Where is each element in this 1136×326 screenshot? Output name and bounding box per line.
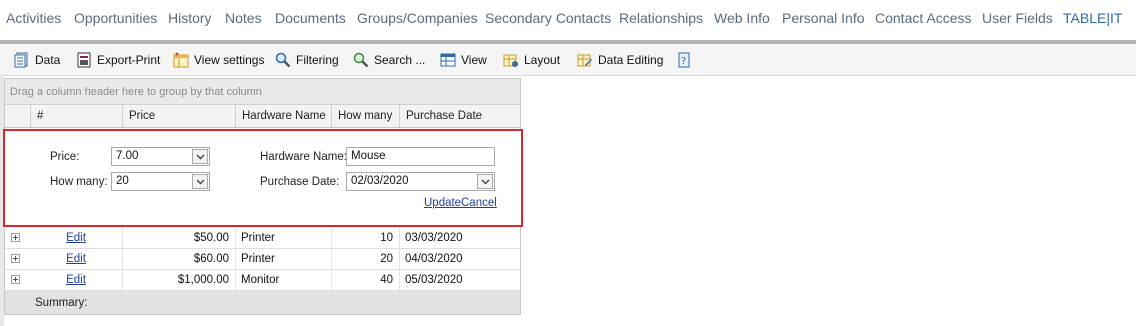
export-print-label: Export-Print [97,53,161,67]
nav-tab-table-it[interactable]: TABLE|IT [1063,10,1122,26]
nav-tab-web-info[interactable]: Web Info [714,10,770,26]
search-label: Search ... [374,53,426,67]
hardware-name-value: Mouse [351,150,386,162]
view-label: View [461,53,487,67]
hardware-name-label: Hardware Name: [260,151,347,163]
group-by-panel[interactable]: Drag a column header here to group by th… [5,79,520,105]
how-many-value: 20 [116,175,129,187]
layout-button[interactable]: Layout [503,51,560,69]
hardware-name-cell: Monitor [235,270,331,290]
header-how-many[interactable]: How many [331,105,399,127]
nav-tab-opportunities[interactable]: Opportunities [74,10,157,26]
nav-tab-personal-info[interactable]: Personal Info [782,10,865,26]
purchase-date-picker[interactable]: 02/03/2020 [346,172,495,191]
nav-tab-activities[interactable]: Activities [6,10,61,26]
filter-magnifier-icon [275,52,291,68]
header-hardware-name[interactable]: Hardware Name [235,105,331,127]
chevron-down-icon [481,179,489,184]
price-cell: $1,000.00 [122,270,235,290]
purchase-date-label: Purchase Date: [260,176,340,188]
filtering-button[interactable]: Filtering [275,51,339,69]
grid-header-row: # Price Hardware Name How many Purchase … [5,105,520,128]
edit-row-link[interactable]: Edit [30,270,122,290]
expand-row-icon[interactable] [11,275,20,284]
price-dropdown-button[interactable] [192,149,208,164]
nav-tab-history[interactable]: History [168,10,212,26]
nav-tab-user-fields[interactable]: User Fields [982,10,1053,26]
header-expand-column [5,105,30,127]
price-label: Price: [50,151,80,163]
search-icon [353,52,369,68]
purchase-date-cell: 04/03/2020 [399,249,520,269]
layout-icon [503,52,519,68]
data-editing-button[interactable]: Data Editing [577,51,663,69]
printer-document-icon [76,52,92,68]
how-many-cell: 10 [331,228,399,248]
purchase-date-dropdown-button[interactable] [477,174,493,189]
hardware-name-input[interactable]: Mouse [346,147,495,166]
search-button[interactable]: Search ... [353,51,425,69]
nav-tab-contact-access[interactable]: Contact Access [875,10,972,26]
view-settings-label: View settings [194,53,265,67]
summary-label: Summary: [35,297,88,309]
help-document-icon: ? [676,52,692,68]
top-navigation: Activities Opportunities History Notes D… [0,0,1136,40]
data-button[interactable]: Data [14,51,60,69]
svg-text:?: ? [681,56,686,67]
header-number[interactable]: # [30,105,122,127]
how-many-dropdown-button[interactable] [192,174,208,189]
hardware-name-cell: Printer [235,228,331,248]
nav-tab-groups-companies[interactable]: Groups/Companies [357,10,478,26]
edit-row-link[interactable]: Edit [30,228,122,248]
table-row: Edit $50.00 Printer 10 03/03/2020 [5,228,520,249]
data-button-label: Data [35,53,61,67]
export-print-button[interactable]: Export-Print [76,51,160,69]
data-sheet-icon [14,52,30,68]
price-cell: $50.00 [122,228,235,248]
expand-row-icon[interactable] [11,233,20,242]
view-button[interactable]: View [440,51,487,69]
table-row: Edit $60.00 Printer 20 04/03/2020 [5,249,520,270]
expand-row-icon[interactable] [11,254,20,263]
view-settings-button[interactable]: View settings [173,51,264,69]
data-editing-icon [577,52,593,68]
chevron-down-icon [196,154,204,159]
how-many-cell: 20 [331,249,399,269]
cancel-link[interactable]: Cancel [461,197,497,209]
purchase-date-cell: 05/03/2020 [399,270,520,290]
nav-tab-documents[interactable]: Documents [275,10,346,26]
filtering-label: Filtering [296,53,339,67]
header-price[interactable]: Price [122,105,235,127]
nav-tab-notes[interactable]: Notes [225,10,262,26]
nav-tab-secondary-contacts[interactable]: Secondary Contacts [485,10,611,26]
grid-toolbar: Data Export-Print View settings Filterin… [0,44,1136,76]
how-many-combobox[interactable]: 20 [111,172,210,191]
price-combobox[interactable]: 7.00 [111,147,210,166]
data-editing-label: Data Editing [598,53,664,67]
update-link[interactable]: Update [424,197,461,209]
layout-label: Layout [524,53,561,67]
help-button[interactable]: ? [676,51,692,69]
edit-row-link[interactable]: Edit [30,249,122,269]
purchase-date-value: 02/03/2020 [351,175,409,187]
price-cell: $60.00 [122,249,235,269]
table-row: Edit $1,000.00 Monitor 40 05/03/2020 [5,270,520,291]
how-many-label: How many: [50,176,108,188]
hardware-grid: Drag a column header here to group by th… [3,78,523,315]
purchase-date-cell: 03/03/2020 [399,228,520,248]
header-purchase-date[interactable]: Purchase Date [399,105,520,127]
nav-tab-relationships[interactable]: Relationships [619,10,703,26]
price-value: 7.00 [116,150,139,162]
view-table-icon [440,52,456,68]
edit-form: Price: 7.00 How many: 20 Hardware Name: … [3,129,523,227]
how-many-cell: 40 [331,270,399,290]
summary-row: Summary: [5,291,520,314]
hardware-name-cell: Printer [235,249,331,269]
chevron-down-icon [196,179,204,184]
view-settings-icon [173,52,189,68]
